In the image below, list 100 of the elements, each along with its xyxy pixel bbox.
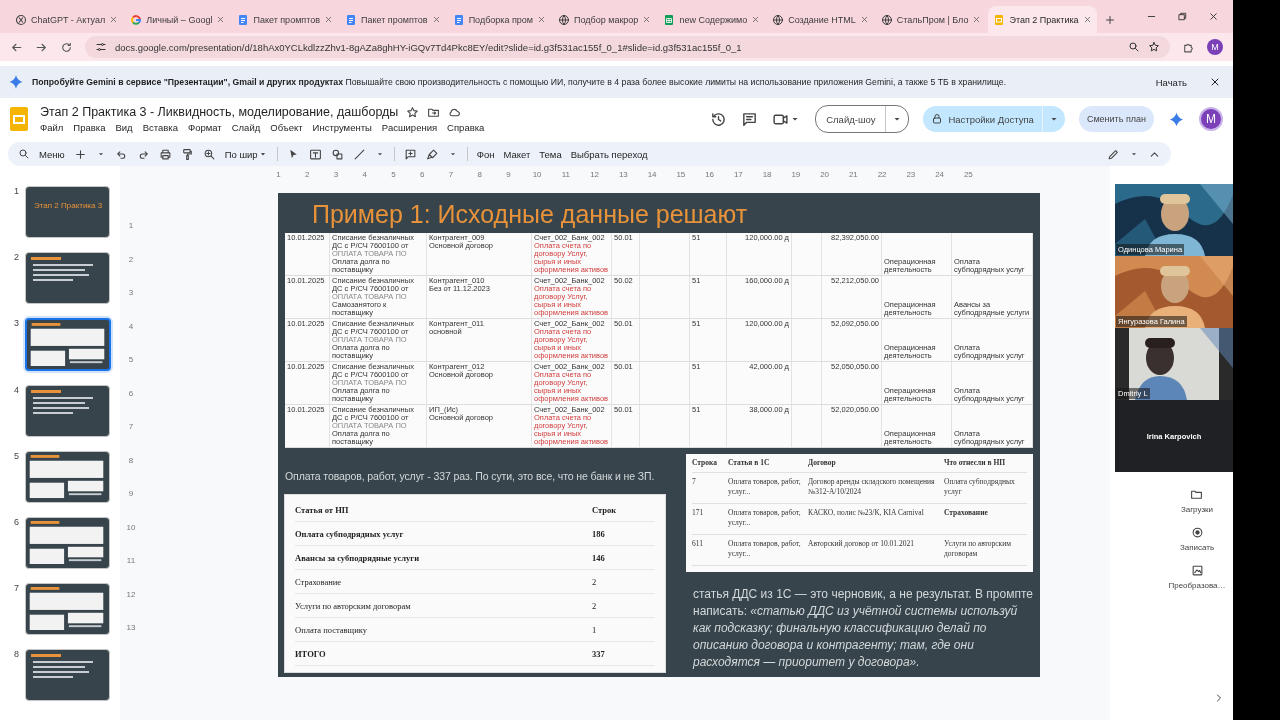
picture-frame-icon xyxy=(1190,564,1204,577)
zoom-icon[interactable] xyxy=(202,147,216,161)
browser-tab[interactable]: Пакет промптов xyxy=(232,6,338,33)
slide-number: 3 xyxy=(13,318,19,328)
close-icon[interactable] xyxy=(1208,11,1219,22)
table-cell-text: Страхование xyxy=(295,576,343,587)
menu-item[interactable]: Расширения xyxy=(381,122,438,133)
restore-icon[interactable] xyxy=(1177,11,1188,22)
column-header: Статья от НП xyxy=(295,504,350,515)
toolbar-button[interactable]: Макет xyxy=(503,148,531,160)
browser-tab[interactable]: Пакет промптов xyxy=(340,6,446,33)
ruler-number: 21 xyxy=(847,170,859,181)
globe-icon xyxy=(558,13,571,26)
side-action-button[interactable]: Загрузки xyxy=(1180,488,1214,514)
menu-item[interactable]: Инструменты xyxy=(312,122,372,133)
ruler-number: 25 xyxy=(962,170,974,181)
slide-number: 7 xyxy=(13,583,19,593)
browser-tab[interactable]: new Содержимо xyxy=(658,6,766,33)
account-avatar[interactable]: M xyxy=(1199,107,1223,131)
ruler-number: 23 xyxy=(905,170,917,181)
site-settings-icon[interactable] xyxy=(95,41,107,53)
browser-tab[interactable]: Создание HTML xyxy=(767,6,874,33)
promo-message: Попробуйте Gemini в сервисе "Презентации", Gmail и других продуктах Повышайте свою производительность с помощью ИИ, получите в 4 раза более высокие лимиты на использование приложения Gemini, а также 5 ТБ в хранилище. xyxy=(32,77,1008,87)
spreadsheet-icon xyxy=(663,13,676,26)
slide-thumbnail[interactable] xyxy=(25,583,110,635)
ruler-number: 8 xyxy=(476,170,483,181)
browser-tab[interactable]: Подбор макрор xyxy=(553,6,657,33)
sparkle-icon[interactable] xyxy=(1168,110,1185,128)
reload-icon[interactable] xyxy=(60,40,73,54)
ruler-number: 20 xyxy=(819,170,831,181)
add-comment-icon[interactable] xyxy=(403,147,417,161)
print-icon[interactable] xyxy=(158,147,172,161)
close-icon[interactable] xyxy=(1209,76,1221,88)
folder-icon xyxy=(1190,488,1204,501)
search-icon[interactable] xyxy=(18,148,30,160)
menu-item[interactable]: Справка xyxy=(447,122,485,133)
globe-icon xyxy=(880,13,893,26)
menu-item[interactable]: Файл xyxy=(40,122,64,133)
lock-icon xyxy=(931,113,944,125)
paint-format-icon[interactable] xyxy=(180,147,194,161)
ruler-number: 3 xyxy=(332,170,340,181)
slide-number: 6 xyxy=(13,517,19,527)
side-action-button[interactable]: Записать xyxy=(1179,526,1215,552)
ruler-number: 10 xyxy=(531,170,543,181)
menu-item[interactable]: Правка xyxy=(73,122,106,133)
document-title[interactable]: Этап 2 Практика 3 - Ликвидность, моделирование, дашборды xyxy=(40,105,399,119)
ruler-number: 7 xyxy=(447,170,455,181)
browser-tab[interactable]: ChatGPT - Актуал xyxy=(10,6,124,33)
ruler-number: 8 xyxy=(127,455,135,467)
slide-thumbnail[interactable]: Этап 2 Практика 3 xyxy=(25,186,110,238)
pen-icon[interactable] xyxy=(1107,147,1120,161)
side-action-button[interactable]: Преобразова… xyxy=(1168,564,1226,590)
menu-search-label[interactable]: Меню xyxy=(39,148,65,160)
brush-icon[interactable] xyxy=(425,147,439,161)
slide-number: 4 xyxy=(13,385,19,395)
document-icon xyxy=(452,13,465,26)
multicolor-ring-icon xyxy=(130,13,143,26)
profile-avatar[interactable]: M xyxy=(1207,39,1223,55)
menu-item[interactable]: Формат xyxy=(187,122,222,133)
menu-item[interactable]: Вставка xyxy=(142,122,178,133)
plus-icon xyxy=(1103,13,1116,26)
start-button[interactable]: Начать xyxy=(1141,76,1201,88)
browser-tab[interactable]: СтальПром | Бло xyxy=(875,6,987,33)
menu-item[interactable]: Слайд xyxy=(231,122,261,133)
browser-tab[interactable]: Личный – Googl xyxy=(125,6,231,33)
slide-thumbnail[interactable] xyxy=(25,517,110,569)
plus-icon[interactable] xyxy=(73,147,87,161)
star-icon[interactable] xyxy=(406,105,420,119)
toolbar-button[interactable]: Тема xyxy=(539,148,562,160)
upgrade-button[interactable]: Сменить план xyxy=(1078,106,1154,132)
slide-thumbnail[interactable] xyxy=(25,318,111,371)
menu-item[interactable]: Объект xyxy=(270,122,303,133)
address-bar[interactable]: docs.google.com/presentation/d/18hAx0YCLkdlzzZhv1-8gAZa8ghHY-iGQv7Td4Pkc8EY/edit?slide=id.g3f531ac155f_0_1#slide=id.g3f531ac155f_0_1 xyxy=(85,36,1170,58)
browser-tab[interactable]: Подборка пром xyxy=(447,6,552,33)
line-icon[interactable] xyxy=(352,147,366,161)
text-box-icon[interactable] xyxy=(308,147,322,161)
bookmark-star-icon[interactable] xyxy=(1148,41,1160,53)
ruler-number: 11 xyxy=(125,556,137,567)
slide-thumbnail[interactable] xyxy=(25,451,110,503)
shapes-icon[interactable] xyxy=(330,147,344,161)
document-icon xyxy=(345,13,357,26)
globe-icon xyxy=(772,13,785,26)
slide-thumbnail[interactable] xyxy=(25,385,110,437)
slide-thumbnail[interactable] xyxy=(25,252,110,304)
history-icon[interactable] xyxy=(710,110,728,128)
toolbar-button[interactable]: Фон xyxy=(476,148,495,160)
toolbar-button[interactable]: Выбрать переход xyxy=(570,148,648,160)
ruler-number: 18 xyxy=(761,170,773,181)
column-header: Строк xyxy=(592,504,618,515)
zoom-dropdown[interactable]: По шир xyxy=(224,148,268,160)
menu-item[interactable]: Вид xyxy=(115,122,133,133)
slide-thumbnail[interactable] xyxy=(25,649,110,701)
browser-tab[interactable]: Этап 2 Практика xyxy=(988,6,1097,33)
ruler-number: 5 xyxy=(127,355,135,366)
slide-paragraph: статья ДДС из 1С — это черновик, а не результат. В промпте написать: «статью ДДС из учётной системы используй как подсказку; финальную классификацию делай по описанию договора и контрагенту; там, где они расходятся — приоритет у договора». xyxy=(693,586,1033,671)
comment-icon[interactable] xyxy=(741,110,759,128)
ruler-number: 13 xyxy=(125,623,137,634)
ruler-number: 9 xyxy=(505,170,512,181)
table-cell-text: 186 xyxy=(592,528,606,539)
zoom-icon[interactable] xyxy=(1128,41,1140,53)
